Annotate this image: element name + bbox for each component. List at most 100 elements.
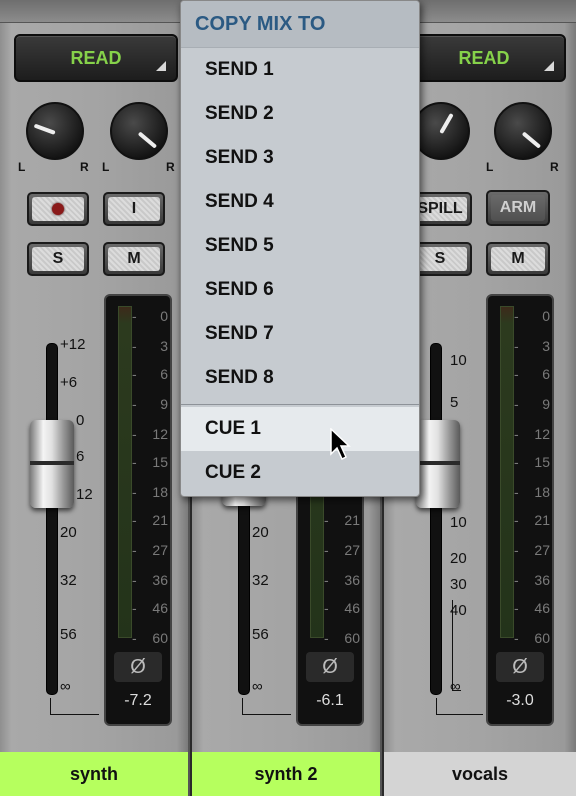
meter-tick: 15 xyxy=(128,454,168,470)
mute-label: M xyxy=(491,247,545,271)
pan-label-l: L xyxy=(102,160,110,174)
menu-item-send-5[interactable]: SEND 5 xyxy=(181,224,419,268)
arm-button[interactable]: ARM xyxy=(486,190,550,226)
menu-item-send-8[interactable]: SEND 8 xyxy=(181,356,419,400)
meter-tick: 9 xyxy=(510,396,550,412)
phase-invert-button[interactable]: Ø xyxy=(306,652,354,682)
pan-knob-right[interactable] xyxy=(110,102,168,160)
meter-tick: 21 xyxy=(510,512,550,528)
menu-separator xyxy=(181,404,419,405)
meter-tick: 60 xyxy=(320,630,360,646)
meter-bar xyxy=(500,306,514,638)
pan-label-r: R xyxy=(80,160,89,174)
automation-mode-button[interactable]: READ xyxy=(402,34,566,82)
meter-tick: 21 xyxy=(128,512,168,528)
menu-item-cue-1[interactable]: CUE 1 xyxy=(181,407,419,451)
volume-readout[interactable]: -7.2 xyxy=(106,692,170,710)
mute-button[interactable]: M xyxy=(103,242,165,276)
dropdown-triangle-icon xyxy=(544,61,554,71)
meter-tick: 27 xyxy=(128,542,168,558)
knob-indicator xyxy=(439,112,454,134)
fader-tick: 30 xyxy=(450,576,467,593)
volume-readout[interactable]: -6.1 xyxy=(298,692,362,710)
meter-tick: 9 xyxy=(128,396,168,412)
automation-mode-label: READ xyxy=(458,47,510,68)
pan-label-r: R xyxy=(550,160,559,174)
solo-button[interactable]: S xyxy=(27,242,89,276)
meter-tick: 18 xyxy=(128,484,168,500)
pan-knob-right[interactable] xyxy=(494,102,552,160)
channel-strip-synth: READ L R L R I S M +12 +6 0 6 12 20 32 5… xyxy=(0,0,190,752)
fader-tick: 5 xyxy=(450,394,459,411)
track-name-vocals[interactable]: vocals xyxy=(384,752,576,796)
fader-tick: 20 xyxy=(60,524,77,541)
meter-tick: 21 xyxy=(320,512,360,528)
meter-tick: 3 xyxy=(128,338,168,354)
menu-item-send-7[interactable]: SEND 7 xyxy=(181,312,419,356)
meter-tick: 6 xyxy=(510,366,550,382)
meter-tick: 0 xyxy=(510,308,550,324)
meter-tick: 36 xyxy=(128,572,168,588)
volume-fader[interactable] xyxy=(30,420,74,508)
meter-tick: 46 xyxy=(128,600,168,616)
meter-tick: 60 xyxy=(128,630,168,646)
meter-tick: 12 xyxy=(128,426,168,442)
meter-tick: 36 xyxy=(320,572,360,588)
meter-bar xyxy=(118,306,132,638)
fader-bracket xyxy=(50,698,99,715)
meter-tick: 27 xyxy=(320,542,360,558)
mute-label: M xyxy=(108,247,160,271)
meter-tick: 3 xyxy=(510,338,550,354)
menu-item-send-6[interactable]: SEND 6 xyxy=(181,268,419,312)
record-dot-icon xyxy=(52,203,64,215)
meter-tick: 27 xyxy=(510,542,550,558)
knob-indicator xyxy=(137,131,158,149)
track-name-synth[interactable]: synth xyxy=(0,752,190,796)
automation-mode-button[interactable]: READ xyxy=(14,34,178,82)
arm-label: ARM xyxy=(491,195,545,221)
input-monitor-button[interactable]: I xyxy=(103,192,165,226)
record-enable-button[interactable] xyxy=(27,192,89,226)
volume-readout[interactable]: -3.0 xyxy=(488,692,552,710)
copy-mix-to-menu: COPY MIX TO SEND 1 SEND 2 SEND 3 SEND 4 … xyxy=(180,0,420,497)
solo-label: S xyxy=(32,247,84,271)
fader-tick: 32 xyxy=(252,572,269,589)
track-name-synth-2[interactable]: synth 2 xyxy=(192,752,382,796)
pan-knob-left[interactable] xyxy=(412,102,470,160)
fader-tick: ∞ xyxy=(60,678,71,695)
meter-tick: 46 xyxy=(510,600,550,616)
meter-tick: 6 xyxy=(128,366,168,382)
input-monitor-label: I xyxy=(108,197,160,221)
fader-tick: 12 xyxy=(76,486,93,503)
mute-button[interactable]: M xyxy=(486,242,550,276)
meter-tick: 12 xyxy=(510,426,550,442)
phase-invert-button[interactable]: Ø xyxy=(114,652,162,682)
fader-tick: +6 xyxy=(60,374,78,391)
menu-item-send-4[interactable]: SEND 4 xyxy=(181,180,419,224)
fader-tick: 0 xyxy=(76,412,85,429)
fader-tick: 6 xyxy=(76,448,85,465)
solo-label: S xyxy=(413,247,467,271)
meter-tick: 36 xyxy=(510,572,550,588)
automation-mode-label: READ xyxy=(70,47,122,68)
fader-tick: +12 xyxy=(60,336,86,353)
fader-track xyxy=(430,343,442,695)
menu-item-send-3[interactable]: SEND 3 xyxy=(181,136,419,180)
fader-tick: 10 xyxy=(450,352,467,369)
menu-item-cue-2[interactable]: CUE 2 xyxy=(181,451,419,495)
menu-item-send-2[interactable]: SEND 2 xyxy=(181,92,419,136)
fader-bracket xyxy=(436,698,483,715)
pan-label-r: R xyxy=(166,160,175,174)
meter-tick: 18 xyxy=(510,484,550,500)
meter-tick: 0 xyxy=(128,308,168,324)
fader-tick: 56 xyxy=(60,626,77,643)
mouse-pointer-icon xyxy=(330,428,351,461)
menu-item-send-1[interactable]: SEND 1 xyxy=(181,48,419,92)
pan-knob-left[interactable] xyxy=(26,102,84,160)
strip-top-bar xyxy=(0,0,188,23)
level-meter: 0 3 6 9 12 15 18 21 27 36 46 60 Ø -7.2 xyxy=(104,294,172,726)
knob-indicator xyxy=(521,131,542,149)
meter-tick: 15 xyxy=(510,454,550,470)
phase-invert-button[interactable]: Ø xyxy=(496,652,544,682)
volume-fader[interactable] xyxy=(416,420,460,508)
